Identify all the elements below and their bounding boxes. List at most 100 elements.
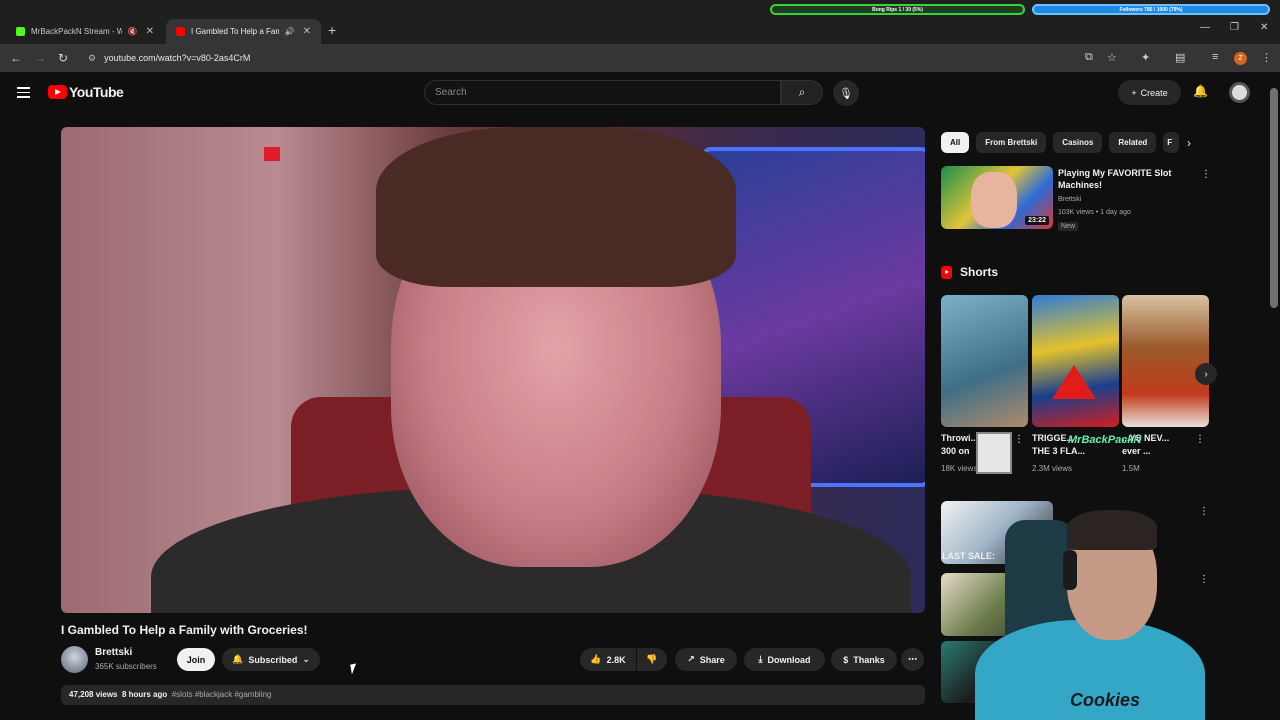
address-toolbar: ← → ↻ ⚙ youtube.com/watch?v=v80-2as4CrM … bbox=[0, 44, 1280, 72]
media-icon[interactable]: ≡ bbox=[1212, 51, 1218, 63]
recommended-video[interactable]: 23:22 Playing My FAVORITE Slot Machines!… bbox=[941, 166, 1211, 231]
description-box[interactable]: 47,208 views 8 hours ago #slots #blackja… bbox=[61, 685, 925, 705]
new-badge: New bbox=[1058, 222, 1079, 231]
reload-icon[interactable]: ↻ bbox=[58, 51, 68, 65]
overlay-sticker bbox=[976, 432, 1012, 474]
headphones bbox=[1063, 550, 1077, 590]
more-vertical-icon[interactable]: ⋮ bbox=[1201, 169, 1211, 180]
more-actions-button[interactable]: ⋯ bbox=[901, 648, 924, 671]
create-button[interactable]: + Create bbox=[1118, 80, 1181, 105]
browser-tab-bar: MrBackPackN Stream - Watch 🔇 ✕ I Gambled… bbox=[0, 0, 1280, 44]
minimize-icon[interactable]: — bbox=[1200, 22, 1210, 33]
short-views: 1.5M bbox=[1122, 464, 1140, 473]
thumbs-down-icon: 👎 bbox=[646, 654, 658, 664]
like-button[interactable]: 👍 2.8K bbox=[580, 648, 636, 671]
tab-title: MrBackPackN Stream - Watch bbox=[31, 27, 122, 36]
back-icon[interactable]: ← bbox=[10, 51, 22, 65]
thanks-icon: $ bbox=[843, 654, 849, 665]
more-vertical-icon[interactable]: ⋮ bbox=[1014, 434, 1024, 445]
extensions-icon[interactable]: ✦ bbox=[1141, 51, 1150, 64]
youtube-logo[interactable]: YouTube bbox=[48, 84, 124, 100]
streamer-hair bbox=[1067, 510, 1157, 550]
account-avatar[interactable] bbox=[1229, 82, 1250, 103]
shorts-heading: Shorts bbox=[941, 265, 998, 279]
person-hair bbox=[376, 127, 736, 287]
streamer-name-overlay: MrBackPackN bbox=[1068, 434, 1142, 446]
red-arrow-icon bbox=[1052, 365, 1096, 399]
new-tab-button[interactable]: + bbox=[328, 22, 336, 38]
video-player[interactable] bbox=[61, 127, 925, 613]
voice-search-button[interactable]: 🎙 bbox=[833, 80, 859, 106]
channel-avatar[interactable] bbox=[61, 646, 88, 673]
chip-from-brettski[interactable]: From Brettski bbox=[976, 132, 1047, 153]
channel-name[interactable]: Brettski bbox=[95, 647, 132, 658]
youtube-favicon-icon bbox=[176, 27, 185, 36]
video-title: I Gambled To Help a Family with Grocerie… bbox=[61, 623, 308, 637]
recommendation-title[interactable]: Playing My FAVORITE Slot Machines! bbox=[1058, 167, 1193, 191]
short-views: 2.3M views bbox=[1032, 464, 1073, 473]
followers-goal-bar: Followers 785 / 1000 (79%) bbox=[1032, 4, 1270, 15]
shorts-icon bbox=[941, 265, 952, 279]
page-scrollbar[interactable] bbox=[1270, 88, 1278, 308]
close-tab-icon[interactable]: ✕ bbox=[146, 26, 154, 37]
close-tab-icon[interactable]: ✕ bbox=[303, 26, 311, 37]
duration-badge: 23:22 bbox=[1025, 216, 1049, 225]
download-button[interactable]: ⤓ Download bbox=[744, 648, 825, 671]
short-thumbnail[interactable] bbox=[941, 295, 1028, 427]
bookmark-star-icon[interactable]: ☆ bbox=[1107, 51, 1117, 64]
short-thumbnail[interactable] bbox=[1032, 295, 1119, 427]
chevron-right-icon: › bbox=[1204, 368, 1208, 380]
hashtags[interactable]: #slots #blackjack #gambling bbox=[172, 690, 272, 699]
notifications-bell-icon[interactable]: 🔔 bbox=[1193, 84, 1208, 98]
short-thumbnail[interactable] bbox=[1122, 295, 1209, 427]
search-input[interactable]: Search bbox=[424, 80, 781, 105]
mute-icon[interactable]: 🔇 bbox=[128, 27, 138, 36]
hoodie-logo: Cookies bbox=[1070, 690, 1141, 710]
filter-chips: All From Brettski Casinos Related F bbox=[941, 132, 1180, 153]
browser-menu-icon[interactable]: ⋮ bbox=[1261, 51, 1272, 64]
join-button[interactable]: Join bbox=[177, 648, 215, 671]
browser-profile-avatar[interactable]: Z bbox=[1234, 52, 1247, 65]
tab-title: I Gambled To Help a Family bbox=[191, 27, 279, 36]
subscribed-button[interactable]: 🔔 Subscribed ⌄ bbox=[222, 648, 320, 671]
speaker-icon[interactable]: 🔊 bbox=[285, 27, 295, 36]
chevron-right-icon[interactable]: › bbox=[1187, 136, 1191, 150]
hamburger-menu-icon[interactable] bbox=[17, 87, 30, 101]
thumbnail-face bbox=[971, 172, 1017, 228]
more-vertical-icon[interactable]: ⋮ bbox=[1195, 434, 1205, 445]
restore-icon[interactable]: ❐ bbox=[1230, 22, 1239, 33]
microphone-icon: 🎙 bbox=[839, 87, 853, 100]
chip-casinos[interactable]: Casinos bbox=[1053, 132, 1103, 153]
youtube-play-icon bbox=[48, 85, 67, 99]
stream-goal-bar: Bong Rips 1 / 30 (5%) bbox=[770, 4, 1025, 15]
recommendation-channel[interactable]: Brettski bbox=[1058, 196, 1081, 203]
close-window-icon[interactable]: ✕ bbox=[1260, 22, 1268, 33]
mouse-cursor bbox=[350, 663, 358, 675]
sidepanel-icon[interactable]: ▤ bbox=[1175, 51, 1185, 64]
forward-icon[interactable]: → bbox=[34, 51, 46, 65]
browser-tab-stream[interactable]: MrBackPackN Stream - Watch 🔇 ✕ bbox=[6, 19, 164, 44]
chevron-down-icon: ⌄ bbox=[302, 654, 310, 664]
share-button[interactable]: ↗ Share bbox=[675, 648, 737, 671]
thumbs-up-icon: 👍 bbox=[590, 654, 602, 664]
chip-more[interactable]: F bbox=[1163, 132, 1180, 153]
youtube-header: YouTube Search ⌕ 🎙 + Create 🔔 bbox=[0, 72, 1280, 114]
video-thumbnail[interactable]: 23:22 bbox=[941, 166, 1053, 229]
shorts-next-button[interactable]: › bbox=[1195, 363, 1217, 385]
install-icon[interactable]: ⧉ bbox=[1085, 51, 1093, 64]
kick-favicon-icon bbox=[16, 27, 25, 36]
dislike-button[interactable]: 👎 bbox=[637, 648, 667, 671]
chip-related[interactable]: Related bbox=[1109, 132, 1157, 153]
chip-all[interactable]: All bbox=[941, 132, 970, 153]
site-info-icon[interactable]: ⚙ bbox=[88, 53, 96, 64]
plus-icon: + bbox=[1131, 87, 1137, 98]
thanks-button[interactable]: $ Thanks bbox=[831, 648, 897, 671]
short-title[interactable]: Throwi... 300 on bbox=[941, 432, 977, 458]
search-button[interactable]: ⌕ bbox=[781, 80, 823, 105]
url-bar[interactable]: ⚙ youtube.com/watch?v=v80-2as4CrM bbox=[78, 47, 1078, 69]
upload-age: 8 hours ago bbox=[121, 690, 168, 699]
view-count: 47,208 views bbox=[69, 690, 118, 699]
download-icon: ⤓ bbox=[758, 654, 763, 664]
browser-tab-youtube[interactable]: I Gambled To Help a Family 🔊 ✕ bbox=[166, 19, 321, 44]
bell-icon: 🔔 bbox=[232, 654, 244, 664]
